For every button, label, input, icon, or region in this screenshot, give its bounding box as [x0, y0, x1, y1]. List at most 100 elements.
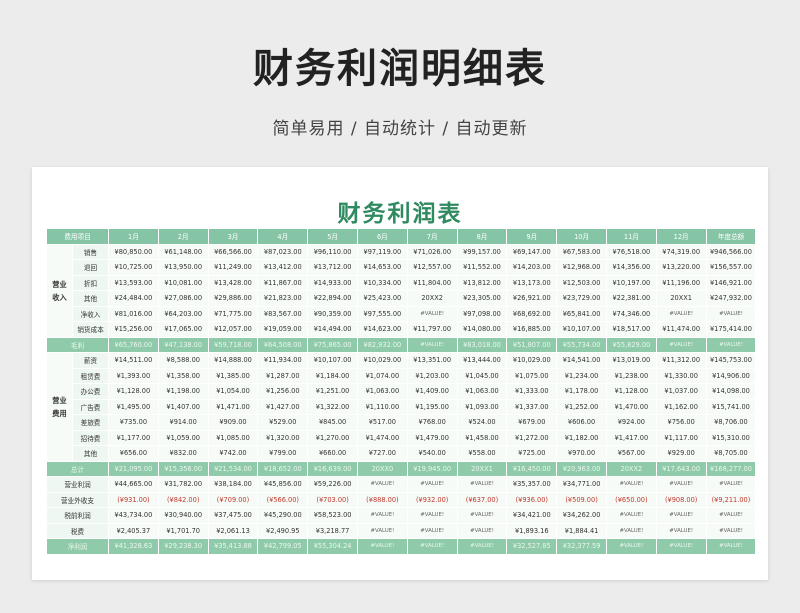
table-row: 退回 ¥10,725.00 ¥13,950.00 ¥11,249.00 ¥13,412.…	[47, 259, 757, 276]
value-cell: ¥1,884.41	[556, 522, 607, 539]
header-cell: 2月	[157, 228, 209, 245]
value-cell: 20XX1	[456, 460, 508, 477]
value-cell: ¥1,407.00	[157, 398, 209, 415]
row-label: 净收入	[72, 305, 109, 322]
value-cell: (¥888.00)	[356, 491, 408, 508]
value-cell: ¥13,712.00	[307, 259, 358, 276]
value-cell: ¥76,518.00	[605, 243, 657, 260]
value-cell: ¥13,173.00	[506, 274, 558, 291]
value-cell: ¥13,428.00	[207, 274, 259, 291]
value-cell: ¥1,195.00	[406, 398, 458, 415]
row-label: 薪资	[72, 352, 109, 369]
value-cell: ¥529.00	[257, 414, 309, 431]
value-cell: ¥24,484.00	[108, 290, 159, 307]
value-cell: ¥1,128.00	[108, 383, 159, 400]
value-cell: ¥156,557.00	[705, 259, 757, 276]
value-cell: (¥509.00)	[556, 491, 607, 508]
value-cell: #VALUE!	[406, 336, 458, 353]
value-cell: (¥842.00)	[157, 491, 209, 508]
table-row: 广告费 ¥1,495.00 ¥1,407.00 ¥1,471.00 ¥1,427.00 ¥…	[47, 398, 757, 415]
gross-profit-row: 毛利 ¥65,760.00 ¥47,138.00 ¥59,718.00 ¥64,508.…	[46, 336, 757, 353]
value-cell: ¥3,218.77	[307, 522, 358, 539]
value-cell: ¥10,197.00	[605, 274, 657, 291]
header-row: 费用项目 1月 2月 3月 4月 5月 6月 7月 8月 9月 10月 11月 12月 年度总额	[46, 228, 757, 245]
value-cell: (¥9,211.00)	[705, 491, 757, 508]
value-cell: ¥145,753.00	[705, 352, 757, 369]
value-cell: ¥14,080.00	[456, 321, 508, 338]
value-cell: ¥32,377.59	[556, 538, 607, 555]
value-cell: ¥45,290.00	[257, 507, 309, 524]
value-cell: ¥845.00	[307, 414, 358, 431]
value-cell: ¥10,725.00	[108, 259, 159, 276]
value-cell: ¥929.00	[655, 445, 707, 462]
value-cell: ¥45,856.00	[257, 476, 309, 493]
value-cell: ¥65,841.00	[556, 305, 607, 322]
value-cell: ¥18,517.00	[605, 321, 657, 338]
net-profit-row: 净利润 ¥41,328.63 ¥29,238.30 ¥35,413.88 ¥42,799…	[46, 538, 757, 555]
value-cell: (¥566.00)	[257, 491, 309, 508]
table-row: 营业 费用 薪资 ¥14,511.00 ¥8,588.00 ¥14,888.00 ¥11,9…	[46, 352, 757, 462]
value-cell: ¥13,444.00	[456, 352, 508, 369]
value-cell: ¥21,534.00	[207, 460, 259, 477]
value-cell: #VALUE!	[705, 522, 757, 539]
table-row: 销货成本 ¥15,256.00 ¥17,065.00 ¥12,057.00 ¥19,05…	[47, 321, 757, 338]
value-cell: ¥19,945.00	[406, 460, 458, 477]
value-cell: ¥175,414.00	[705, 321, 757, 338]
value-cell: ¥1,177.00	[108, 429, 159, 446]
value-cell: ¥64,508.00	[257, 336, 309, 353]
value-cell: ¥15,256.00	[108, 321, 159, 338]
value-cell: ¥75,865.00	[307, 336, 358, 353]
header-cell: 4月	[257, 228, 309, 245]
value-cell: ¥16,639.00	[307, 460, 358, 477]
value-cell: ¥34,771.00	[556, 476, 607, 493]
value-cell: ¥12,968.00	[556, 259, 607, 276]
value-cell: ¥44,665.00	[108, 476, 159, 493]
value-cell: ¥15,741.00	[705, 398, 757, 415]
table-row: 差旅费 ¥735.00 ¥914.00 ¥909.00 ¥529.00 ¥845.00 ¥5…	[47, 414, 757, 431]
value-cell: ¥99,157.00	[456, 243, 508, 260]
profit-table: 费用项目 1月 2月 3月 4月 5月 6月 7月 8月 9月 10月 11月 12月 年度总额 营业 收入销…	[46, 228, 757, 555]
row-label: 税前利润	[46, 507, 109, 524]
header-cell: 3月	[207, 228, 259, 245]
value-cell: ¥16,885.00	[506, 321, 558, 338]
table-row: 折扣 ¥13,593.00 ¥10,081.00 ¥13,428.00 ¥11,867.…	[47, 274, 757, 291]
value-cell: ¥12,503.00	[556, 274, 607, 291]
table-row: 税费 ¥2,405.37 ¥1,701.70 ¥2,061.13 ¥2,490.95 ¥3…	[46, 522, 757, 539]
value-cell: ¥22,381.00	[605, 290, 657, 307]
value-cell: ¥1,117.00	[655, 429, 707, 446]
value-cell: #VALUE!	[605, 538, 657, 555]
summary-label: 净利润	[46, 538, 109, 555]
row-label: 税费	[46, 522, 109, 539]
value-cell: ¥55,304.24	[307, 538, 358, 555]
value-cell: ¥1,252.00	[556, 398, 607, 415]
value-cell: (¥637.00)	[456, 491, 508, 508]
value-cell: ¥14,098.00	[705, 383, 757, 400]
value-cell: ¥97,098.00	[456, 305, 508, 322]
value-cell: ¥1,427.00	[257, 398, 309, 415]
value-cell: ¥2,061.13	[207, 522, 259, 539]
value-cell: ¥1,251.00	[307, 383, 358, 400]
row-label: 租赁费	[72, 367, 109, 384]
value-cell: ¥1,178.00	[556, 383, 607, 400]
value-cell: ¥29,886.00	[207, 290, 259, 307]
value-cell: #VALUE!	[456, 507, 508, 524]
value-cell: ¥567.00	[605, 445, 657, 462]
value-cell: ¥1,337.00	[506, 398, 558, 415]
value-cell: ¥21,823.00	[257, 290, 309, 307]
value-cell: ¥59,718.00	[207, 336, 259, 353]
value-cell: ¥23,729.00	[556, 290, 607, 307]
value-cell: ¥1,059.00	[157, 429, 209, 446]
value-cell: ¥1,184.00	[307, 367, 358, 384]
value-cell: ¥1,063.00	[456, 383, 508, 400]
header-cell: 8月	[456, 228, 508, 245]
value-cell: ¥96,110.00	[307, 243, 358, 260]
header-cell: 5月	[307, 228, 358, 245]
value-cell: ¥946,566.00	[705, 243, 757, 260]
value-cell: ¥97,555.00	[356, 305, 408, 322]
row-label: 办公费	[72, 383, 109, 400]
header-cell: 1月	[108, 228, 159, 245]
value-cell: ¥59,226.00	[307, 476, 358, 493]
value-cell: #VALUE!	[605, 522, 657, 539]
value-cell: ¥27,086.00	[157, 290, 209, 307]
table-row: 营业利润 ¥44,665.00 ¥31,782.00 ¥38,184.00 ¥45,85…	[46, 476, 757, 493]
